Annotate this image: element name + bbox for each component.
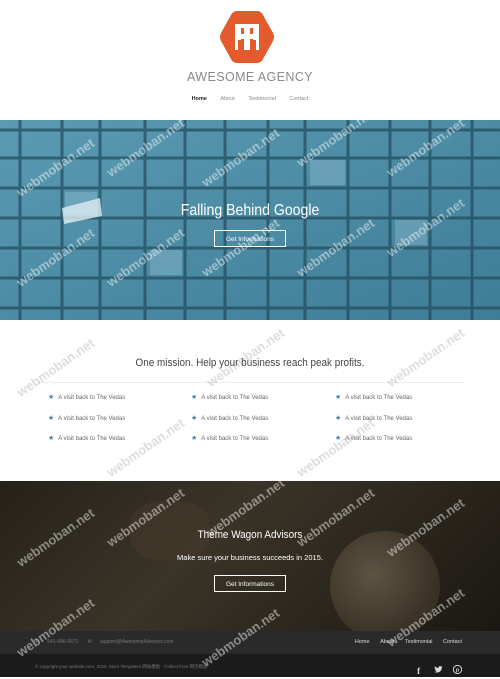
background-shape	[330, 531, 440, 631]
nav-item-testimonial[interactable]: Testimonial	[248, 96, 276, 102]
footer-nav: Home About Testimonial Contact	[346, 639, 462, 645]
feature-item: ★ A visit back to The Vedas	[48, 435, 126, 442]
footer-nav-contact[interactable]: Contact	[443, 639, 462, 645]
mission-section: One mission. Help your business reach pe…	[0, 320, 500, 481]
nav-item-home[interactable]: Home	[192, 96, 207, 102]
footer-nav-testimonial[interactable]: Testimonial	[405, 639, 433, 645]
footer-nav-home[interactable]: Home	[355, 639, 370, 645]
star-icon: ★	[48, 415, 55, 422]
footer-top: ✆ 541-996-0671 ✉ support@AwesomeAdvisors.c…	[0, 631, 500, 654]
star-icon: ★	[191, 394, 198, 401]
mission-divider	[36, 382, 464, 383]
advisors-get-info-button[interactable]: Get Informations	[214, 575, 286, 592]
feature-item: ★ A visit back to The Vedas	[335, 415, 413, 422]
star-icon: ★	[191, 435, 198, 442]
copyright-text: © copyright your website.com, 2015. More…	[35, 664, 208, 669]
phone-icon: ✆	[35, 639, 40, 645]
advisors-section: Theme Wagon Advisors Make sure your busi…	[0, 481, 500, 631]
hero-get-info-button[interactable]: Get Informations	[214, 230, 286, 247]
feature-item: ★ A visit back to The Vedas	[191, 394, 269, 401]
footer-phone: 541-996-0671	[47, 639, 79, 645]
nav-item-about[interactable]: About	[220, 96, 234, 102]
star-icon: ★	[191, 415, 198, 422]
feature-item: ★ A visit back to The Vedas	[48, 394, 126, 401]
pinterest-icon[interactable]: p	[452, 664, 463, 675]
feature-item: ★ A visit back to The Vedas	[48, 415, 126, 422]
star-icon: ★	[335, 415, 342, 422]
social-links: f p	[408, 661, 463, 679]
brand-name: AWESOME AGENCY	[187, 70, 313, 84]
mail-icon: ✉	[87, 639, 92, 645]
feature-item: ★ A visit back to The Vedas	[191, 415, 269, 422]
feature-item: ★ A visit back to The Vedas	[335, 394, 413, 401]
nav-item-contact[interactable]: Contact	[289, 96, 308, 102]
footer-nav-about[interactable]: About	[380, 639, 394, 645]
svg-text:p: p	[456, 667, 459, 673]
mission-title: One mission. Help your business reach pe…	[135, 357, 365, 369]
footer-bottom: © copyright your website.com, 2015. More…	[0, 654, 500, 677]
star-icon: ★	[335, 394, 342, 401]
star-icon: ★	[335, 435, 342, 442]
advisors-subtitle: Make sure your business succeeds in 2015…	[177, 553, 323, 562]
hero-section: Falling Behind Google Get Informations	[0, 120, 500, 320]
footer-contact: ✆ 541-996-0671 ✉ support@AwesomeAdvisors.c…	[35, 639, 182, 645]
footer-email[interactable]: support@AwesomeAdvisors.com	[100, 639, 174, 645]
advisors-title: Theme Wagon Advisors	[197, 529, 303, 541]
twitter-icon[interactable]	[433, 665, 443, 674]
site-header: AWESOME AGENCY Home About Testimonial Co…	[0, 0, 500, 120]
feature-item: ★ A visit back to The Vedas	[335, 435, 413, 442]
agency-logo-icon[interactable]	[219, 9, 275, 65]
facebook-icon[interactable]: f	[414, 667, 423, 676]
star-icon: ★	[48, 394, 55, 401]
star-icon: ★	[48, 435, 55, 442]
hero-building-background	[0, 120, 500, 320]
main-nav: Home About Testimonial Contact	[0, 96, 500, 102]
feature-item: ★ A visit back to The Vedas	[191, 435, 269, 442]
hero-title: Falling Behind Google	[180, 202, 320, 219]
